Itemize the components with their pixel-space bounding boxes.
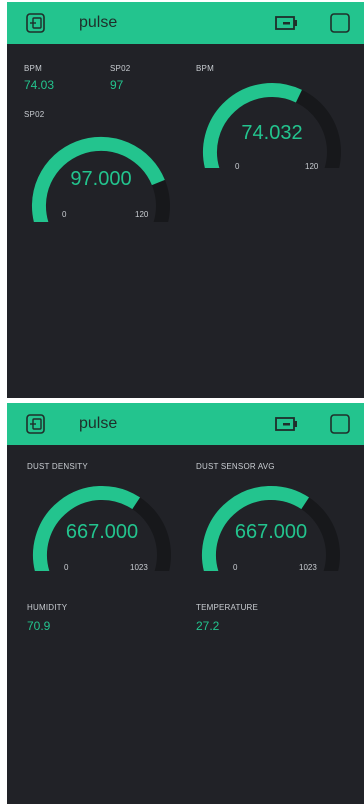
gauge-dust-avg-min: 0 bbox=[233, 563, 238, 572]
header-bar: pulse bbox=[7, 403, 364, 445]
bpm-value: 74.03 bbox=[24, 78, 55, 92]
gauge-dust-avg: 667.000 0 1023 bbox=[191, 479, 351, 579]
gauge-dust-min: 0 bbox=[64, 563, 69, 572]
square-icon[interactable] bbox=[328, 411, 354, 437]
gauge-bpm: 74.032 0 120 bbox=[192, 76, 352, 176]
gauge-spo2-label: SP02 bbox=[24, 110, 45, 119]
gauge-spo2-max: 120 bbox=[135, 210, 149, 219]
gauge-spo2-value: 97.000 bbox=[70, 168, 132, 190]
screen-pulse-vitals: pulse BPM 74.03 SP02 97 SP02 97.000 0 12… bbox=[7, 2, 364, 398]
battery-icon[interactable] bbox=[273, 411, 299, 437]
spo2-label: SP02 bbox=[110, 64, 131, 73]
gauge-bpm-value: 74.032 bbox=[241, 122, 303, 144]
project-title[interactable]: pulse bbox=[79, 403, 117, 445]
gauge-dust-avg-max: 1023 bbox=[299, 563, 317, 572]
humidity-value: 70.9 bbox=[27, 619, 51, 633]
device-frame-icon[interactable] bbox=[23, 411, 49, 437]
gauge-spo2-min: 0 bbox=[62, 210, 67, 219]
gauge-dust: 667.000 0 1023 bbox=[22, 479, 182, 579]
device-frame-icon[interactable] bbox=[23, 10, 49, 36]
gauge-dust-max: 1023 bbox=[130, 563, 148, 572]
gauge-dust-avg-label: DUST SENSOR AVG bbox=[196, 462, 275, 471]
gauge-dust-avg-value: 667.000 bbox=[234, 521, 308, 543]
header-bar: pulse bbox=[7, 2, 364, 44]
humidity-label: HUMIDITY bbox=[27, 603, 68, 612]
gauge-spo2: 97.000 0 120 bbox=[21, 130, 181, 230]
screen-pulse-environment: pulse DUST DENSITY 667.000 0 1023 DUST S… bbox=[7, 403, 364, 804]
temperature-value: 27.2 bbox=[196, 619, 220, 633]
temperature-label: TEMPERATURE bbox=[196, 603, 259, 612]
gauge-bpm-min: 0 bbox=[235, 162, 240, 171]
project-title[interactable]: pulse bbox=[79, 2, 117, 44]
gauge-dust-value: 667.000 bbox=[65, 521, 139, 543]
gauge-bpm-max: 120 bbox=[305, 162, 319, 171]
gauge-bpm-label: BPM bbox=[196, 64, 214, 73]
gauge-dust-label: DUST DENSITY bbox=[27, 462, 88, 471]
square-icon[interactable] bbox=[328, 10, 354, 36]
battery-icon[interactable] bbox=[273, 10, 299, 36]
bpm-label: BPM bbox=[24, 64, 42, 73]
spo2-value: 97 bbox=[110, 78, 124, 92]
